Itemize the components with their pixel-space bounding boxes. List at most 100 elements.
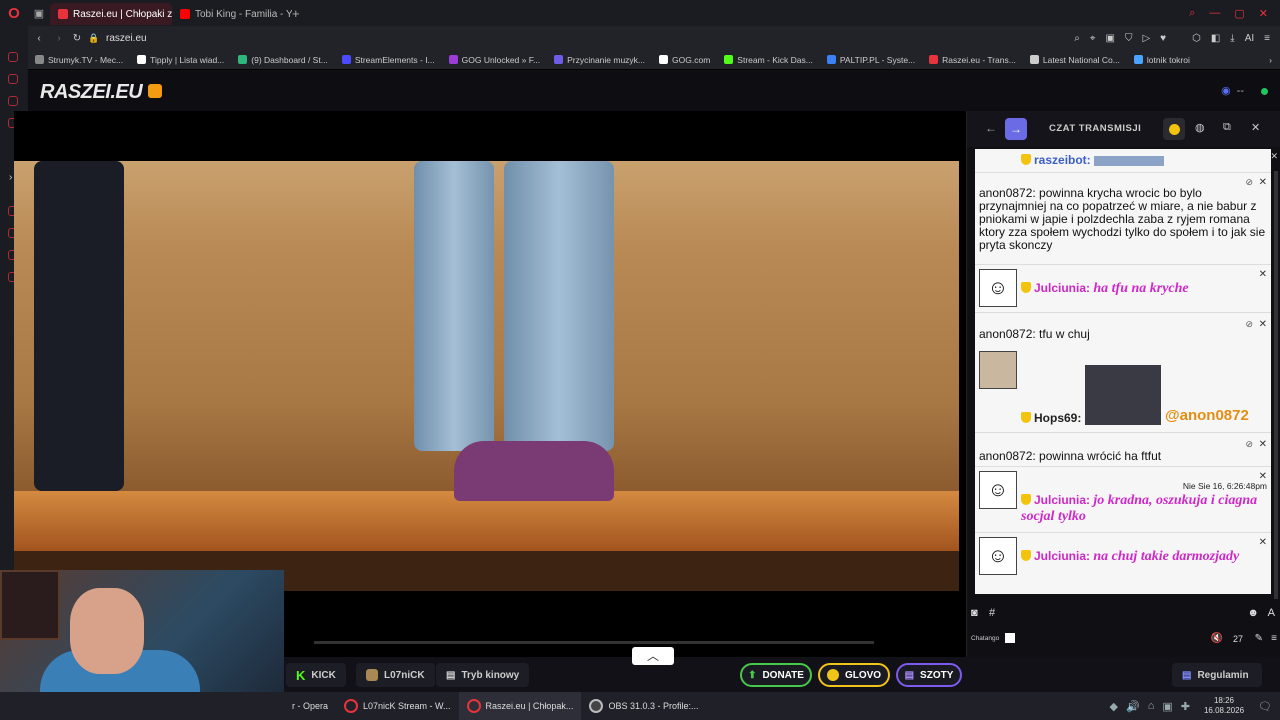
hide-icon[interactable]: ⊘ — [1245, 439, 1253, 450]
bookmark-item[interactable]: GOG Unlocked » F... — [442, 55, 547, 65]
coin-button[interactable] — [1163, 118, 1185, 140]
minimize-icon[interactable]: — — [1209, 7, 1220, 20]
bookmark-item[interactable]: Tipply | Lista wiad... — [130, 55, 231, 65]
wallet-icon[interactable]: ◧ — [1211, 33, 1220, 44]
chat-close-icon[interactable]: ✕ — [1251, 121, 1260, 134]
notifications-icon[interactable]: 🗨 — [1258, 700, 1272, 713]
bookmark-item[interactable]: Latest National Co... — [1023, 55, 1127, 65]
workspaces-icon[interactable]: ▣ — [28, 7, 50, 20]
download-icon[interactable]: ⤓ — [1230, 33, 1234, 44]
chat-nick[interactable]: Julciunia: — [1034, 493, 1090, 507]
sidebar-app-icon[interactable] — [8, 52, 18, 62]
chat-message: ⊘ ✕ anon0872: tfu w chuj Hops69: @anon087… — [975, 313, 1271, 433]
video-progress-bar[interactable] — [314, 641, 874, 644]
l07nick-button[interactable]: L07niCK — [356, 663, 435, 687]
taskbar-item[interactable]: L07nicK Stream - W... — [336, 692, 459, 720]
volume-icon[interactable]: 🔊 — [1126, 700, 1140, 713]
delete-icon[interactable]: ✕ — [1259, 319, 1267, 330]
chat-nick[interactable]: Hops69: — [1034, 411, 1081, 425]
camera-icon[interactable]: ◙ — [971, 607, 978, 619]
tab-raszei[interactable]: Raszei.eu | Chłopaki z — [50, 3, 172, 25]
tab-youtube[interactable]: Tobi King - Familia - YouTu — [172, 3, 292, 25]
chat-menu-icon[interactable]: ≡ — [1271, 633, 1277, 644]
avatar[interactable]: ☺ — [979, 471, 1017, 509]
mute-icon[interactable]: 🔇 — [1211, 633, 1223, 644]
heart-icon[interactable]: ♥ — [1160, 33, 1166, 44]
bookmark-item[interactable]: PALTIP.PL - Syste... — [820, 55, 922, 65]
delete-icon[interactable]: ✕ — [1259, 269, 1267, 280]
popout-icon[interactable]: ⧉ — [1223, 121, 1231, 134]
chat-dismiss-icon[interactable]: ✕ — [1270, 151, 1278, 162]
bookmark-item[interactable]: Raszei.eu - Trans... — [922, 55, 1023, 65]
bookmark-item[interactable]: Stream - Kick Das... — [717, 55, 820, 65]
close-icon[interactable]: ✕ — [1259, 7, 1268, 20]
chat-nick[interactable]: Julciunia: — [1034, 549, 1090, 563]
collapse-chevron-icon[interactable]: ︿ — [632, 647, 674, 665]
pin-icon[interactable]: ⌖ — [1090, 33, 1096, 44]
taskbar-item[interactable]: Raszei.eu | Chłopak... — [458, 692, 582, 720]
shield-icon[interactable]: ⛉ — [1125, 33, 1133, 44]
clock[interactable]: 18:26 16.08.2026 — [1198, 696, 1250, 716]
avatar[interactable]: ☺ — [979, 269, 1017, 307]
zoom-icon[interactable]: ⌕ — [1074, 33, 1080, 44]
taskbar-item[interactable]: r - Opera — [284, 692, 336, 720]
donate-button[interactable]: ⬆ DONATE — [740, 663, 812, 687]
tray-app-icon[interactable]: ◆ — [1110, 700, 1118, 713]
reload-icon[interactable]: ↻ — [68, 33, 86, 44]
url-field[interactable]: raszei.eu — [102, 33, 147, 44]
extensions-icon[interactable]: ⬡ — [1192, 33, 1201, 44]
bookmark-item[interactable]: Przycinanie muzyk... — [547, 55, 652, 65]
emoji-icon[interactable]: ☻ — [1247, 607, 1259, 619]
opera-logo-icon[interactable]: O — [0, 0, 28, 26]
sidebar-app-icon[interactable] — [8, 96, 18, 106]
aria-ai-icon[interactable]: AI — [1245, 33, 1254, 44]
font-icon[interactable]: A — [1268, 607, 1275, 619]
cinema-mode-button[interactable]: ▤ Tryb kinowy — [436, 663, 530, 687]
cinema-label: Tryb kinowy — [461, 669, 520, 681]
tray-app-icon[interactable]: ▣ — [1162, 700, 1172, 713]
bookmark-item[interactable]: Strumyk.TV - Mec... — [28, 55, 130, 65]
chat-back-icon[interactable]: ← — [985, 121, 997, 135]
bookmark-item[interactable]: lotnik tokroi — [1127, 55, 1197, 65]
hide-icon[interactable]: ⊘ — [1245, 319, 1253, 330]
bookmark-item[interactable]: StreamElements - I... — [335, 55, 442, 65]
chat-scrollbar[interactable] — [1274, 171, 1278, 611]
network-icon[interactable]: ⌂ — [1148, 700, 1155, 712]
sidebar-expand-icon[interactable]: › — [9, 172, 12, 183]
search-icon[interactable]: ⌕ — [1189, 7, 1195, 20]
bookmarks-more-icon[interactable]: › — [1269, 55, 1280, 65]
blogger-icon[interactable] — [148, 84, 162, 98]
discord-icon[interactable]: ◍ — [1195, 121, 1205, 134]
glovo-button[interactable]: GLOVO — [818, 663, 890, 687]
chat-forward-icon[interactable]: → — [1005, 118, 1027, 140]
play-icon[interactable]: ▷ — [1142, 33, 1150, 44]
menu-icon[interactable]: ≡ — [1264, 33, 1270, 44]
forward-icon[interactable]: › — [50, 33, 68, 44]
bookmark-item[interactable]: GOG.com — [652, 55, 717, 65]
tray-app-icon[interactable]: ✚ — [1181, 700, 1190, 713]
delete-icon[interactable]: ✕ — [1259, 176, 1267, 189]
maximize-icon[interactable]: ▢ — [1234, 7, 1244, 20]
snapshot-icon[interactable]: ▣ — [1106, 33, 1115, 44]
back-icon[interactable]: ‹ — [28, 33, 50, 44]
bookmark-item[interactable]: (9) Dashboard / St... — [231, 55, 335, 65]
chatango-label[interactable]: Chatango — [971, 635, 999, 642]
avatar[interactable]: ☺ — [979, 537, 1017, 575]
pen-icon[interactable]: ✎ — [1255, 633, 1263, 644]
delete-icon[interactable]: ✕ — [1259, 439, 1267, 450]
chat-nick[interactable]: Julciunia: — [1034, 281, 1090, 295]
chat-nick[interactable]: raszeibot: — [1034, 153, 1091, 167]
delete-icon[interactable]: ✕ — [1259, 537, 1267, 548]
site-logo[interactable]: RASZEI.EU — [40, 81, 143, 104]
hashtag-icon[interactable]: # — [989, 607, 995, 619]
rules-button[interactable]: ▤ Regulamin — [1172, 663, 1262, 687]
sidebar-app-icon[interactable] — [8, 74, 18, 84]
new-tab-button[interactable]: + — [292, 6, 306, 21]
taskbar-item[interactable]: OBS 31.0.3 - Profile:... — [581, 692, 706, 720]
szoty-button[interactable]: ▤ SZOTY — [896, 663, 962, 687]
chat-mention[interactable]: @anon0872 — [1165, 407, 1249, 424]
avatar[interactable] — [979, 351, 1017, 389]
hide-icon[interactable]: ⊘ — [1245, 176, 1253, 189]
chat-input[interactable] — [1001, 603, 1247, 623]
kick-button[interactable]: K KICK — [286, 663, 346, 687]
